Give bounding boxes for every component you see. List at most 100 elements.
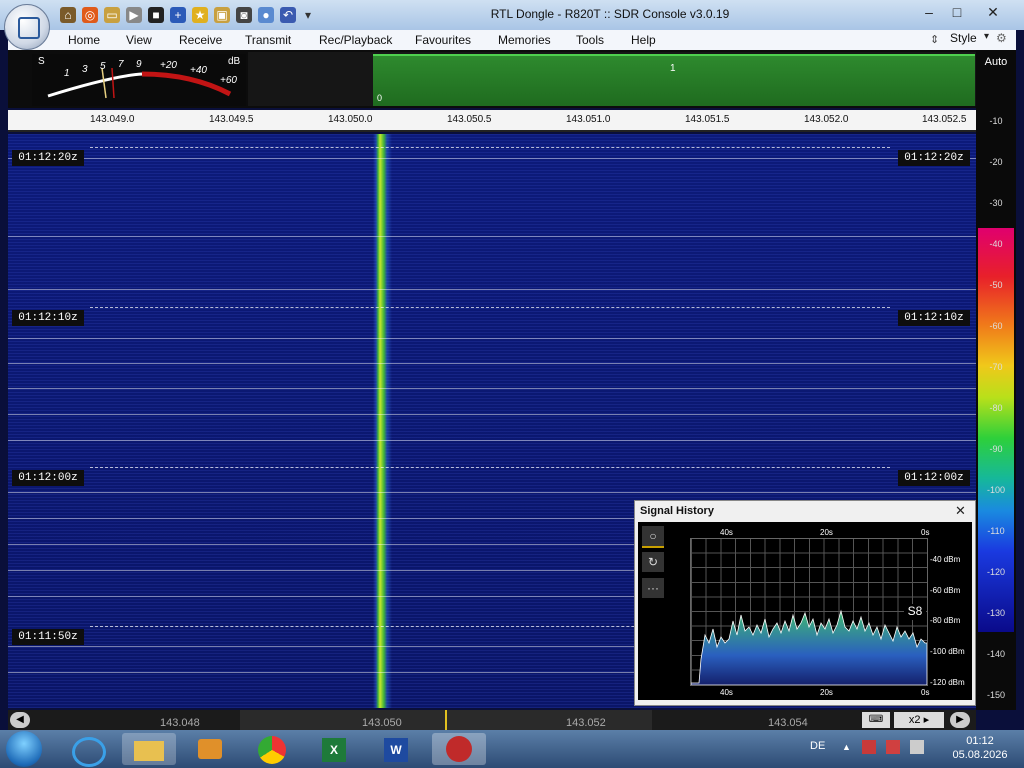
waterfall-line [8, 338, 976, 339]
media-player-icon[interactable] [184, 733, 238, 765]
word-icon[interactable]: W [370, 733, 424, 765]
lifebuoy-icon[interactable]: ◎ [82, 7, 98, 23]
time-gridline [90, 147, 890, 148]
auto-scale-button[interactable]: Auto [978, 56, 1014, 68]
db-level: -60 [989, 321, 1003, 331]
time-label: 20s [820, 688, 833, 697]
star-icon[interactable]: ★ [192, 7, 208, 23]
freq-label: 143.050.0 [328, 114, 373, 125]
close-icon[interactable]: ✕ [955, 503, 966, 519]
sdr-console-icon[interactable] [432, 733, 486, 765]
close-button[interactable]: ✕ [980, 3, 1006, 21]
keyboard-icon[interactable]: ⌨ [862, 712, 890, 728]
waterfall-line [8, 440, 976, 441]
freq-label: 143.051.0 [566, 114, 611, 125]
waterfall-line [8, 492, 976, 493]
db-level: -30 [989, 198, 1003, 208]
folder-icon[interactable]: ▭ [104, 7, 120, 23]
menu-rec-playback[interactable]: Rec/Playback [319, 33, 392, 47]
s-tick-1: 1 [64, 68, 70, 79]
refresh-button[interactable]: ↻ [642, 552, 664, 572]
chrome-icon[interactable] [246, 733, 300, 765]
clock[interactable]: 01:12 05.08.2026 [940, 734, 1020, 762]
time-label: 40s [720, 528, 733, 537]
zoom-label: x2 [908, 714, 921, 726]
record-toggle-button[interactable]: ○ [642, 526, 664, 548]
receiver-bandwidth[interactable] [373, 54, 975, 106]
maximize-button[interactable]: □ [944, 3, 970, 21]
db-level: -90 [989, 444, 1003, 454]
minimize-button[interactable]: – [916, 3, 942, 21]
scroll-right-button[interactable]: ▶ [950, 712, 970, 728]
language-indicator[interactable]: DE [810, 740, 825, 752]
freq-label: 143.052.5 [922, 114, 967, 125]
freq-label: 143.052.0 [804, 114, 849, 125]
tray-expand-icon[interactable]: ▲ [842, 742, 851, 752]
stop-icon[interactable]: ■ [148, 7, 164, 23]
tray-display-icon[interactable] [910, 740, 924, 754]
signal-history-chart [690, 538, 928, 686]
time-gridline [90, 307, 890, 308]
timestamp-left: 01:12:20z [12, 150, 84, 166]
time-gridline [90, 467, 890, 468]
db-label: dB [228, 56, 241, 67]
db-level: -40 [989, 239, 1003, 249]
clock-time: 01:12 [966, 735, 994, 747]
waterfall-line [8, 388, 976, 389]
explorer-icon[interactable] [122, 733, 176, 765]
more-button[interactable]: ··· [642, 578, 664, 598]
style-icon[interactable]: ⇕ [930, 33, 939, 46]
drop-icon[interactable]: ● [258, 7, 274, 23]
undo-icon[interactable]: ↶ [280, 7, 296, 23]
s-label: S [38, 56, 45, 67]
time-label: 20s [820, 528, 833, 537]
db-tick-60: +60 [220, 75, 237, 86]
excel-icon[interactable]: X [308, 733, 362, 765]
db-level: -140 [986, 649, 1005, 659]
app-orb-button[interactable] [4, 4, 50, 50]
menu-help[interactable]: Help [631, 33, 656, 47]
time-label: 0s [921, 688, 930, 697]
freq-label: 143.049.5 [209, 114, 254, 125]
menu-home[interactable]: Home [68, 33, 100, 47]
s-tick-9: 9 [136, 59, 142, 70]
camera-icon[interactable]: ◙ [236, 7, 252, 23]
home-icon[interactable]: ⌂ [60, 7, 76, 23]
add-icon[interactable]: + [170, 7, 186, 23]
style-menu[interactable]: Style [950, 31, 977, 45]
menu-tools[interactable]: Tools [576, 33, 604, 47]
zero-marker: 0 [377, 93, 383, 103]
timestamp-left: 01:12:10z [12, 310, 84, 326]
db-level: -10 [989, 116, 1003, 126]
time-label: 40s [720, 688, 733, 697]
menu-view[interactable]: View [126, 33, 152, 47]
db-tick-20: +20 [160, 60, 177, 71]
receiver-marker: 1 [670, 63, 676, 74]
network-icon[interactable] [886, 740, 900, 754]
db-level: -130 [986, 608, 1005, 618]
play-icon[interactable]: ▶ [126, 7, 142, 23]
clock-date: 05.08.2026 [952, 749, 1008, 761]
timestamp-right: 01:12:10z [898, 310, 970, 326]
ie-icon[interactable] [60, 733, 114, 767]
db-level: -120 [986, 567, 1005, 577]
lock-icon[interactable]: ▣ [214, 7, 230, 23]
db-level: -110 [987, 526, 1005, 536]
settings-icon[interactable]: ⚙ [996, 31, 1007, 45]
waterfall-line [8, 158, 976, 159]
chevron-down-icon[interactable]: ▾ [300, 7, 316, 23]
menu-favourites[interactable]: Favourites [415, 33, 471, 47]
menu-transmit[interactable]: Transmit [245, 33, 291, 47]
start-button[interactable] [6, 731, 42, 767]
style-chevron-icon[interactable]: ▾ [984, 31, 989, 42]
time-label: 0s [921, 528, 930, 537]
tray-icon[interactable] [862, 740, 876, 754]
freq-label: 143.051.5 [685, 114, 730, 125]
menu-memories[interactable]: Memories [498, 33, 551, 47]
slider-freq: 143.054 [768, 717, 808, 729]
menu-receive[interactable]: Receive [179, 33, 222, 47]
freq-label: 143.049.0 [90, 114, 135, 125]
zoom-button[interactable]: x2 ▸ [894, 712, 944, 728]
scroll-left-button[interactable]: ◀ [10, 712, 30, 728]
slider-freq: 143.052 [566, 717, 606, 729]
